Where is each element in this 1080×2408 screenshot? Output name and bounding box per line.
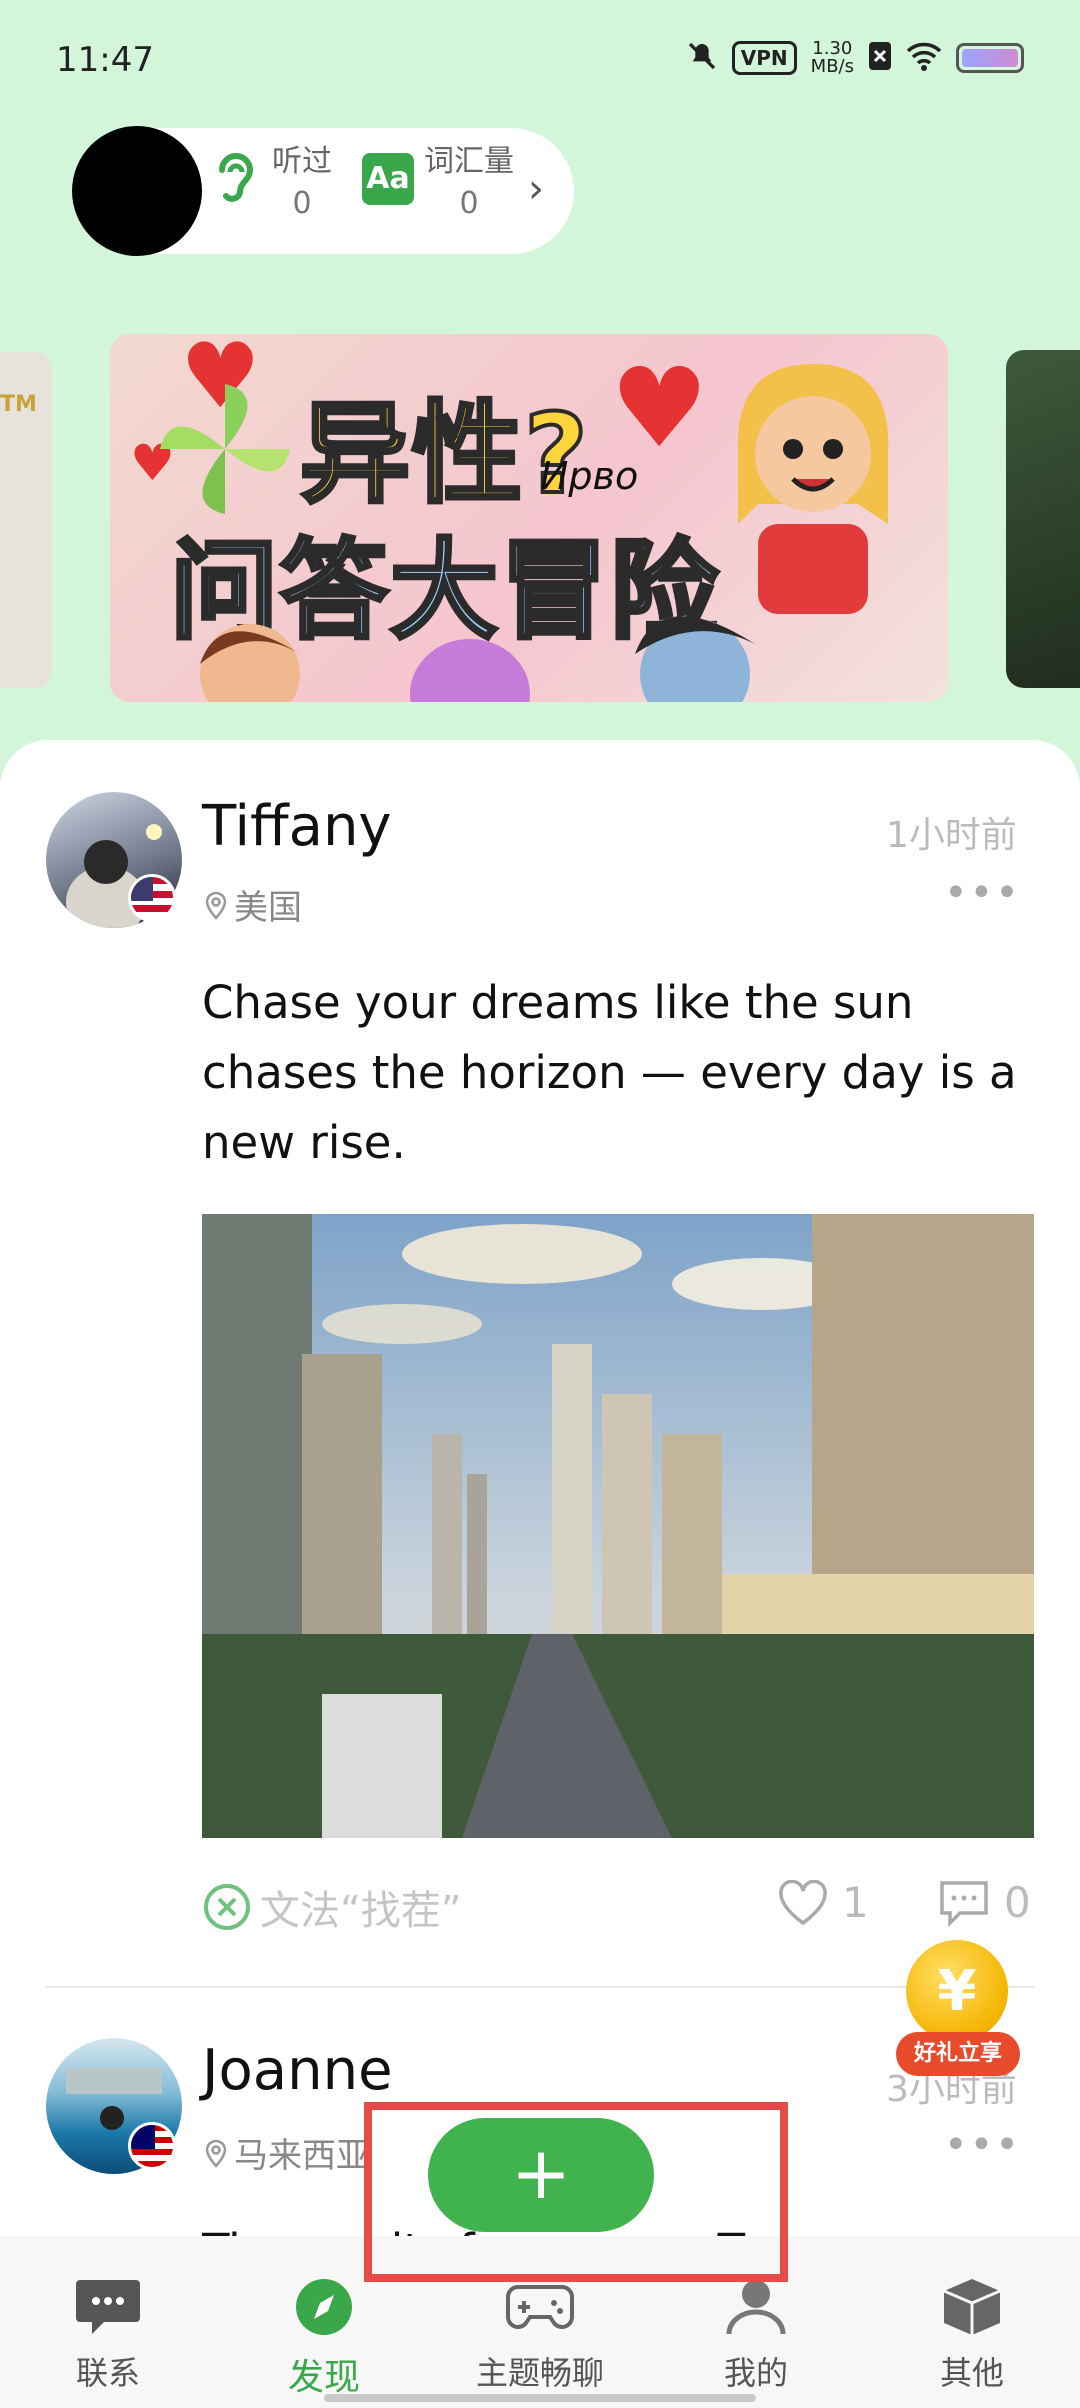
coin-icon: ¥: [906, 1940, 1008, 2042]
banner-title-line1: 异性?: [298, 388, 590, 520]
nav-label: 其他: [939, 2354, 1004, 2392]
person-icon: [676, 2272, 836, 2342]
post-username[interactable]: Joanne: [202, 2038, 393, 2103]
nav-item-mine[interactable]: 我的: [676, 2272, 836, 2394]
sim-off-icon: [868, 41, 892, 75]
vocab-stat[interactable]: Aa 词汇量 0: [362, 136, 514, 221]
location-text: 美国: [234, 888, 302, 928]
battery-icon: [956, 43, 1024, 73]
location-pin-icon: [205, 891, 227, 920]
banner-tag: Ирво: [540, 454, 639, 498]
ear-icon: [210, 151, 262, 207]
nav-item-contacts[interactable]: 联系: [28, 2272, 188, 2394]
speed-unit: MB/s: [810, 56, 854, 77]
grammar-label: 文法“找茬”: [260, 1888, 462, 1934]
highlight-box: [364, 2102, 788, 2282]
like-count: 1: [842, 1878, 869, 1927]
location-pin-icon: [205, 2139, 227, 2168]
mute-icon: [686, 40, 718, 76]
status-bar: 11:47 VPN 1.30 MB/s: [0, 0, 1080, 125]
box-icon: [892, 2272, 1052, 2342]
reward-label: 好礼立享: [896, 2032, 1020, 2076]
nav-label: 我的: [723, 2354, 788, 2392]
nav-label: 主题畅聊: [475, 2354, 604, 2392]
reward-badge[interactable]: ¥ 好礼立享: [888, 1940, 1028, 2090]
cartoon-girl-image: [738, 364, 889, 614]
gamepad-icon: [460, 2272, 620, 2342]
listened-value: 0: [292, 186, 312, 221]
home-indicator[interactable]: [324, 2394, 756, 2402]
post-image[interactable]: [202, 1214, 1034, 1838]
heart-outline-icon: [779, 1879, 827, 1925]
wifi-icon: [906, 41, 942, 75]
cartoon-boy-image: [200, 624, 300, 702]
status-icons: VPN 1.30 MB/s: [686, 40, 1024, 76]
comment-count: 0: [1004, 1878, 1031, 1927]
heart-icon: ♥: [610, 344, 709, 472]
location-text: 马来西亚: [234, 2136, 370, 2176]
banner-prev-text: TM: [0, 392, 37, 417]
post-actions: 文法“找茬” 1 0: [202, 1878, 1034, 1938]
chat-icon: [28, 2272, 188, 2342]
status-time: 11:47: [56, 40, 154, 80]
comment-button[interactable]: 0: [938, 1878, 1031, 1927]
vocab-value: 0: [459, 186, 479, 221]
listened-stat[interactable]: 听过 0: [210, 136, 332, 221]
nav-label: 联系: [75, 2354, 140, 2392]
post-text: Chase your dreams like the sun chases th…: [202, 976, 1017, 1169]
vpn-icon: VPN: [731, 41, 797, 75]
banner-next-card[interactable]: [1006, 350, 1080, 688]
more-options-icon[interactable]: •••: [944, 870, 1021, 916]
cartoon-man-image: [635, 616, 755, 702]
post-divider: [46, 1986, 1034, 1988]
banner-main-card[interactable]: ♥ ♥ ♥ 异性? 问答大冒险 Ирво: [110, 334, 948, 702]
comment-icon: [940, 1880, 988, 1927]
compass-icon: [244, 2272, 404, 2342]
nav-item-topics[interactable]: 主题畅聊: [460, 2272, 620, 2394]
nav-item-discover[interactable]: 发现: [244, 2272, 404, 2400]
chevron-right-icon[interactable]: ›: [528, 166, 544, 212]
more-options-icon[interactable]: •••: [944, 2122, 1021, 2168]
malaysia-flag-icon: [128, 2122, 176, 2170]
pinwheel-icon: [160, 384, 290, 514]
grammar-x-icon: [204, 1884, 250, 1930]
post-username[interactable]: Tiffany: [202, 794, 392, 859]
banner-prev-card[interactable]: TM: [0, 352, 52, 688]
post-time: 1小时前: [886, 815, 1017, 856]
usa-flag-icon: [128, 874, 176, 922]
post-location: 美国: [204, 880, 302, 929]
grammar-check-button[interactable]: 文法“找茬”: [202, 1878, 461, 1936]
vocab-label: 词汇量: [424, 144, 514, 179]
cartoon-hair-image: [410, 639, 530, 702]
nav-label: 发现: [287, 2357, 360, 2398]
nav-item-other[interactable]: 其他: [892, 2272, 1052, 2394]
post-location: 马来西亚: [204, 2128, 370, 2177]
vocab-icon: Aa: [362, 152, 414, 205]
user-avatar[interactable]: [72, 126, 202, 256]
listened-label: 听过: [272, 144, 332, 179]
network-speed: 1.30 MB/s: [811, 40, 854, 76]
like-button[interactable]: 1: [778, 1878, 869, 1927]
